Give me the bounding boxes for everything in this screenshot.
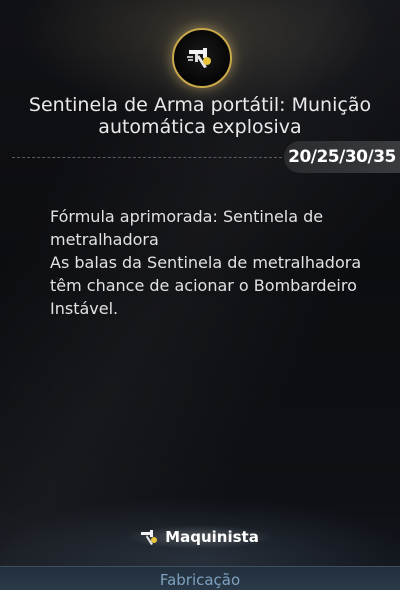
- description-line2: As balas da Sentinela de metralhadora tê…: [50, 253, 362, 318]
- class-name: Maquinista: [165, 528, 259, 546]
- skill-tooltip: Sentinela de Arma portátil: Munição auto…: [0, 0, 400, 590]
- machinist-gun-icon: [187, 48, 211, 68]
- skill-title-line1: Sentinela de Arma portátil: Munição: [28, 94, 372, 116]
- class-tag: Maquinista: [0, 525, 400, 549]
- skill-emblem: [172, 28, 232, 88]
- footer-tab[interactable]: Fabricação: [0, 566, 400, 590]
- class-tag-inner: Maquinista: [125, 525, 275, 549]
- skill-description: Fórmula aprimorada: Sentinela de metralh…: [50, 205, 385, 320]
- tab-fabricacao[interactable]: Fabricação: [0, 569, 400, 590]
- machinist-class-icon: [141, 530, 158, 545]
- title-divider: [12, 157, 282, 158]
- description-line1: Fórmula aprimorada: Sentinela de metralh…: [50, 207, 324, 249]
- level-values-badge: 20/25/30/35: [284, 141, 400, 173]
- skill-title: Sentinela de Arma portátil: Munição auto…: [0, 94, 400, 138]
- skill-title-line2: automática explosiva: [98, 116, 302, 138]
